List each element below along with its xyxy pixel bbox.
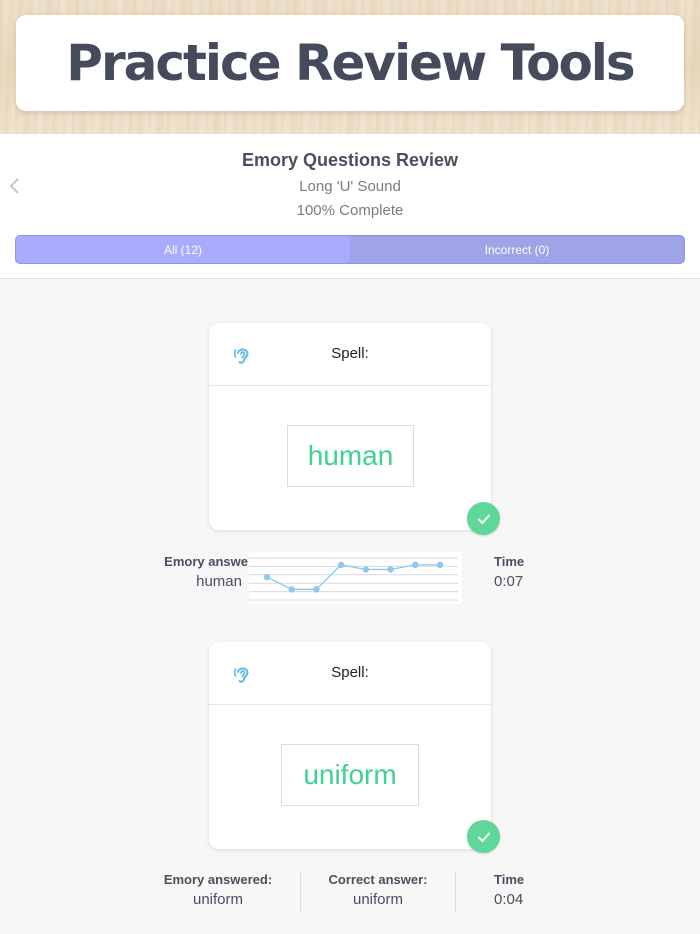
banner-card: Practice Review Tools — [16, 15, 684, 111]
time-label: Time — [494, 872, 525, 887]
correct-value: uniform — [352, 891, 404, 908]
chart-point — [436, 561, 444, 569]
chart-point — [288, 586, 295, 593]
review-header: Emory Questions Review Long 'U' Sound 10… — [0, 134, 700, 279]
correct-column: Correct answer: uniform — [310, 872, 446, 908]
response-chart — [249, 552, 462, 604]
target-word: human — [287, 425, 414, 487]
correct-badge — [467, 820, 500, 853]
prompt-label: Spell: — [331, 664, 369, 681]
card-header: Spell: — [209, 642, 491, 705]
completion-status: 100% Complete — [296, 202, 404, 219]
chart-point — [337, 561, 345, 569]
correct-badge — [467, 502, 500, 535]
tab-all[interactable]: All (12) — [16, 236, 350, 263]
chart-point — [387, 566, 394, 573]
chart-series-line — [266, 564, 440, 590]
time-column: Time 0:07 — [494, 554, 554, 590]
card-header: Spell: — [209, 323, 491, 386]
question-card: Spell: uniform — [209, 642, 491, 849]
time-column: Time 0:04 — [494, 872, 554, 908]
banner-title: Practice Review Tools — [66, 34, 635, 92]
answered-label: Emory answe — [164, 554, 248, 569]
target-word: uniform — [281, 744, 419, 806]
prompt-label: Spell: — [331, 345, 369, 362]
lesson-subtitle: Long 'U' Sound — [299, 178, 401, 195]
wood-banner: Practice Review Tools — [0, 0, 700, 134]
column-divider — [300, 872, 301, 912]
time-value: 0:04 — [494, 891, 524, 908]
answered-label: Emory answered: — [163, 872, 273, 887]
time-label: Time — [494, 554, 525, 569]
column-divider — [455, 872, 456, 912]
chart-point — [263, 573, 271, 581]
question-card: Spell: human — [209, 323, 491, 530]
chart-point — [412, 561, 419, 569]
tab-incorrect[interactable]: Incorrect (0) — [350, 236, 684, 263]
answered-column: Emory answe human — [150, 554, 248, 590]
checkmark-icon — [477, 832, 490, 842]
answered-column: Emory answered: uniform — [150, 872, 286, 908]
answered-value: uniform — [192, 891, 244, 908]
correct-label: Correct answer: — [328, 872, 428, 887]
chart-point — [362, 566, 370, 573]
checkmark-icon — [477, 514, 490, 524]
response-sparkline — [249, 557, 458, 601]
answered-value: human — [196, 573, 242, 590]
page-title: Emory Questions Review — [241, 150, 459, 170]
time-value: 0:07 — [494, 573, 524, 590]
filter-tabs: All (12) Incorrect (0) — [15, 235, 685, 264]
chart-point — [313, 586, 320, 593]
